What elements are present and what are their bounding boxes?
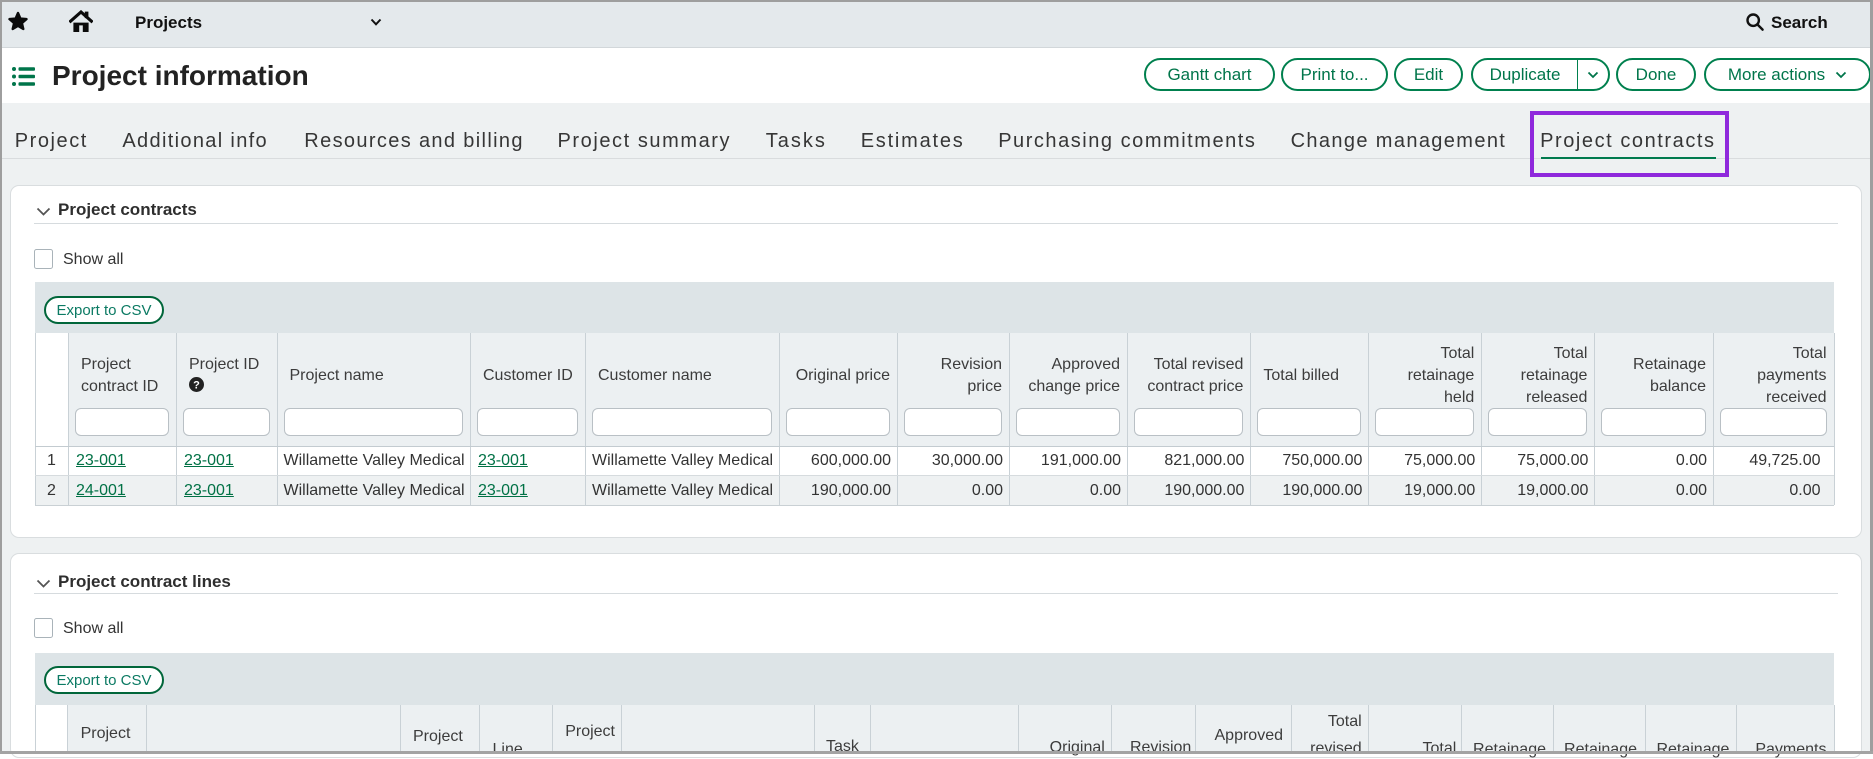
svg-text:?: ? [193,379,200,391]
